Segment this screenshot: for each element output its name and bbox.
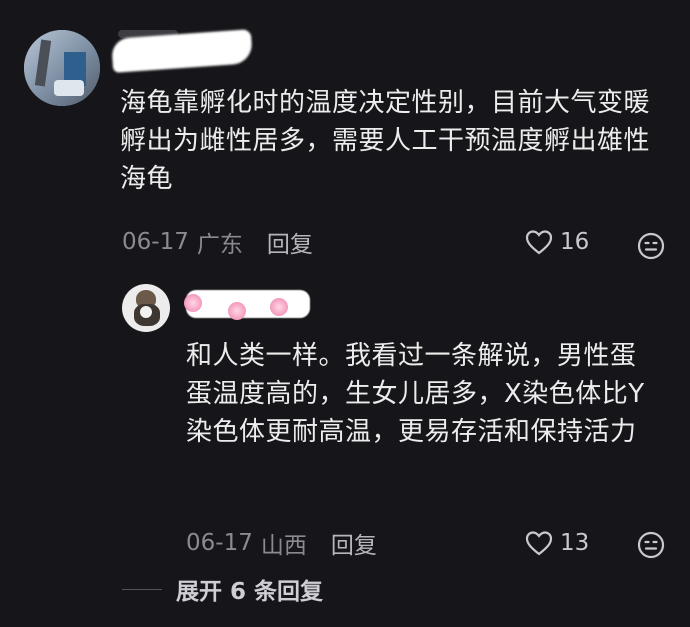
flower-decoration-icon <box>184 294 202 312</box>
like-button[interactable]: 16 <box>524 227 589 257</box>
emoji-reaction-icon[interactable] <box>636 231 666 261</box>
reply-date: 06-17 <box>186 530 253 556</box>
reply-like-count: 13 <box>560 530 590 556</box>
flower-decoration-icon <box>228 302 246 320</box>
comment-date: 06-17 <box>122 229 189 255</box>
reply-meta: 06-17 山西 回复 <box>186 526 377 560</box>
comment-meta: 06-17 广东 回复 <box>122 225 313 259</box>
flower-decoration-icon <box>270 298 288 316</box>
commenter-avatar[interactable] <box>24 30 100 106</box>
comment-location: 广东 <box>196 232 243 258</box>
comment-text: 海龟靠孵化时的温度决定性别，目前大气变暖孵出为雌性居多，需要人工干预温度孵出雄性… <box>120 88 651 194</box>
reply-like-button[interactable]: 13 <box>524 528 589 558</box>
like-count: 16 <box>560 229 590 255</box>
reply-text: 和人类一样。我看过一条解说，男性蛋蛋温度高的，生女儿居多，X染色体比Y染色体更耐… <box>186 341 645 447</box>
reply-button[interactable]: 回复 <box>267 225 313 259</box>
replier-avatar[interactable] <box>122 284 170 332</box>
expand-replies-button[interactable]: 展开 6 条回复 <box>122 573 323 605</box>
emoji-reaction-icon[interactable] <box>636 530 666 560</box>
expand-replies-label: 展开 6 条回复 <box>176 579 324 605</box>
reply-location: 山西 <box>260 533 307 559</box>
divider-line <box>122 588 162 590</box>
heart-icon <box>525 230 553 255</box>
heart-icon <box>525 531 553 556</box>
reply-reply-button[interactable]: 回复 <box>331 526 377 560</box>
redacted-reply-username <box>186 290 310 318</box>
